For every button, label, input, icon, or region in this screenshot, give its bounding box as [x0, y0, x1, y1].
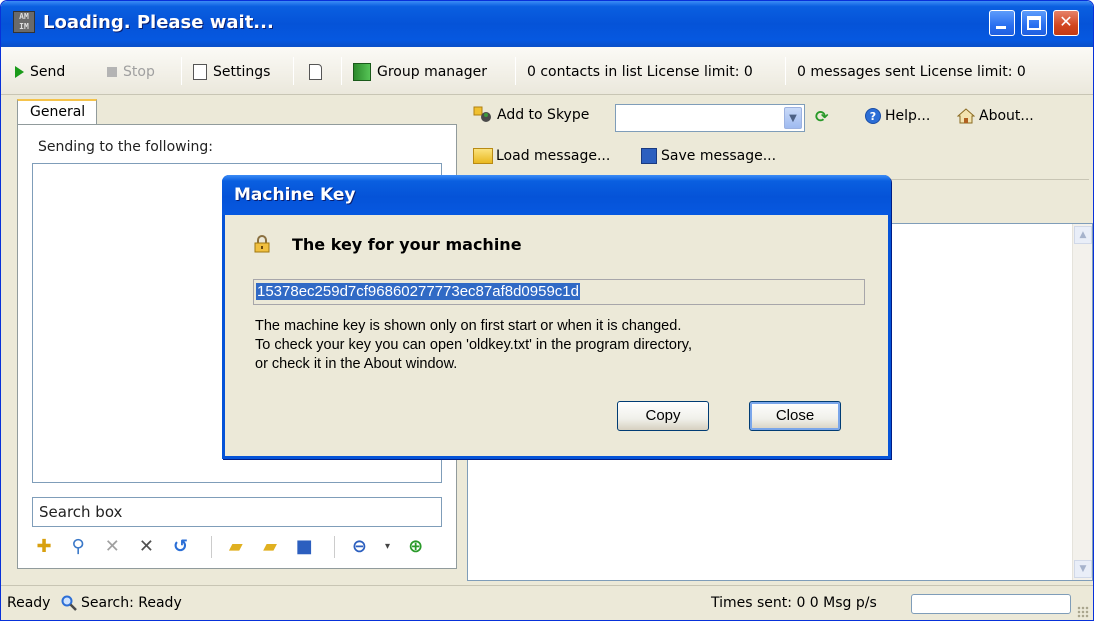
- search-input[interactable]: Search box: [32, 497, 442, 527]
- add-contact-icon[interactable]: ✚: [32, 535, 56, 559]
- open-folder-icon[interactable]: ▰: [224, 535, 248, 559]
- undo-icon[interactable]: ↺: [169, 535, 193, 559]
- open-folder-icon: [473, 148, 493, 164]
- remove-all-icon[interactable]: ✕: [134, 535, 158, 559]
- help-icon: ?: [865, 108, 881, 124]
- toolbar-separator: [334, 536, 336, 558]
- skype-toolbar: Add to Skype ▼ ⟳ ? Help... About...: [465, 98, 1089, 136]
- toolbar-separator: [293, 57, 294, 85]
- dialog-heading: The key for your machine: [292, 235, 522, 254]
- window-title: Loading. Please wait...: [43, 12, 274, 33]
- dialog-title[interactable]: Machine Key: [222, 175, 891, 215]
- save-message-button[interactable]: Save message...: [641, 148, 776, 164]
- add-to-skype-button[interactable]: Add to Skype: [473, 106, 589, 124]
- floppy-disk-icon: [641, 148, 657, 164]
- ready-status: Ready: [7, 595, 51, 611]
- group-book-icon: [353, 63, 371, 81]
- main-window: AM IM Loading. Please wait... ✕ Send Sto…: [0, 0, 1094, 621]
- search-status: Search: Ready: [81, 595, 182, 611]
- remove-icon[interactable]: ✕: [100, 535, 124, 559]
- dialog-description: The machine key is shown only on first s…: [255, 317, 855, 374]
- close-button[interactable]: Close: [749, 401, 841, 431]
- toolbar-separator: [210, 536, 212, 558]
- tab-general[interactable]: General: [17, 99, 97, 125]
- back-icon[interactable]: ⊖: [347, 535, 371, 559]
- skype-account-select[interactable]: ▼: [615, 104, 805, 132]
- scroll-down-arrow-icon[interactable]: ▼: [1074, 560, 1092, 578]
- list-toolbar: ✚ ⚲ ✕ ✕ ↺ ▰ ▰ ■ ⊖ ▾ ⊕: [32, 535, 434, 563]
- document-icon: [309, 64, 322, 80]
- send-label: Send: [30, 64, 66, 80]
- maximize-button[interactable]: [1021, 10, 1047, 36]
- refresh-icon[interactable]: ⟳: [815, 107, 837, 126]
- title-bar[interactable]: AM IM Loading. Please wait... ✕: [1, 1, 1093, 47]
- times-sent-status: Times sent: 0 0 Msg p/s: [711, 595, 877, 611]
- find-contact-icon[interactable]: ⚲: [66, 535, 90, 559]
- toolbar-separator: [341, 57, 342, 85]
- new-document-button[interactable]: [309, 61, 322, 83]
- magnifier-icon: [61, 595, 77, 611]
- about-label: About...: [979, 108, 1034, 124]
- group-manager-button[interactable]: Group manager: [353, 61, 487, 83]
- vertical-scrollbar[interactable]: ▲ ▼: [1072, 224, 1092, 580]
- description-line: To check your key you can open 'oldkey.t…: [255, 337, 692, 353]
- send-progress-bar: [911, 594, 1071, 614]
- dropdown-arrow-icon[interactable]: ▾: [382, 535, 394, 559]
- send-button[interactable]: Send: [15, 61, 65, 83]
- stop-button[interactable]: Stop: [107, 61, 155, 83]
- play-icon: [15, 66, 24, 78]
- toolbar-separator: [515, 57, 516, 85]
- toolbar-separator: [181, 57, 182, 85]
- copy-button[interactable]: Copy: [617, 401, 709, 431]
- save-message-label: Save message...: [661, 148, 777, 164]
- settings-icon: [193, 64, 207, 80]
- forward-icon[interactable]: ⊕: [404, 535, 428, 559]
- load-message-button[interactable]: Load message...: [473, 148, 610, 164]
- description-line: The machine key is shown only on first s…: [255, 318, 682, 334]
- add-to-skype-label: Add to Skype: [497, 107, 590, 123]
- about-button[interactable]: About...: [957, 108, 1034, 124]
- lock-icon: [254, 235, 270, 253]
- help-button[interactable]: ? Help...: [865, 108, 930, 124]
- stop-icon: [107, 67, 117, 77]
- machine-key-dialog: Machine Key The key for your machine 153…: [222, 175, 891, 459]
- chevron-down-icon[interactable]: ▼: [784, 107, 802, 129]
- load-message-label: Load message...: [496, 148, 611, 164]
- settings-label: Settings: [213, 64, 271, 80]
- skype-add-icon: [473, 106, 491, 122]
- close-window-button[interactable]: ✕: [1053, 10, 1079, 36]
- stop-label: Stop: [123, 64, 155, 80]
- status-bar: Ready Search: Ready Times sent: 0 0 Msg …: [1, 585, 1093, 620]
- group-manager-label: Group manager: [377, 64, 487, 80]
- main-toolbar: Send Stop Settings Group manager 0 conta…: [1, 47, 1093, 95]
- settings-button[interactable]: Settings: [193, 61, 270, 83]
- scroll-up-arrow-icon[interactable]: ▲: [1074, 226, 1092, 244]
- house-icon: [957, 108, 975, 124]
- contacts-status: 0 contacts in list License limit: 0: [527, 64, 753, 80]
- description-line: or check it in the About window.: [255, 356, 458, 372]
- toolbar-separator: [785, 57, 786, 85]
- messages-status: 0 messages sent License limit: 0: [797, 64, 1026, 80]
- sending-label: Sending to the following:: [38, 139, 213, 155]
- app-icon: AM IM: [13, 11, 35, 33]
- message-toolbar: Load message... Save message...: [465, 138, 1089, 176]
- import-folder-icon[interactable]: ▰: [258, 535, 282, 559]
- save-list-icon[interactable]: ■: [292, 535, 316, 559]
- machine-key-field[interactable]: 15378ec259d7cf96860277773ec87af8d0959c1d: [253, 279, 865, 305]
- help-label: Help...: [885, 108, 931, 124]
- machine-key-text: 15378ec259d7cf96860277773ec87af8d0959c1d: [256, 283, 580, 300]
- minimize-button[interactable]: [989, 10, 1015, 36]
- resize-grip-icon[interactable]: [1077, 606, 1089, 618]
